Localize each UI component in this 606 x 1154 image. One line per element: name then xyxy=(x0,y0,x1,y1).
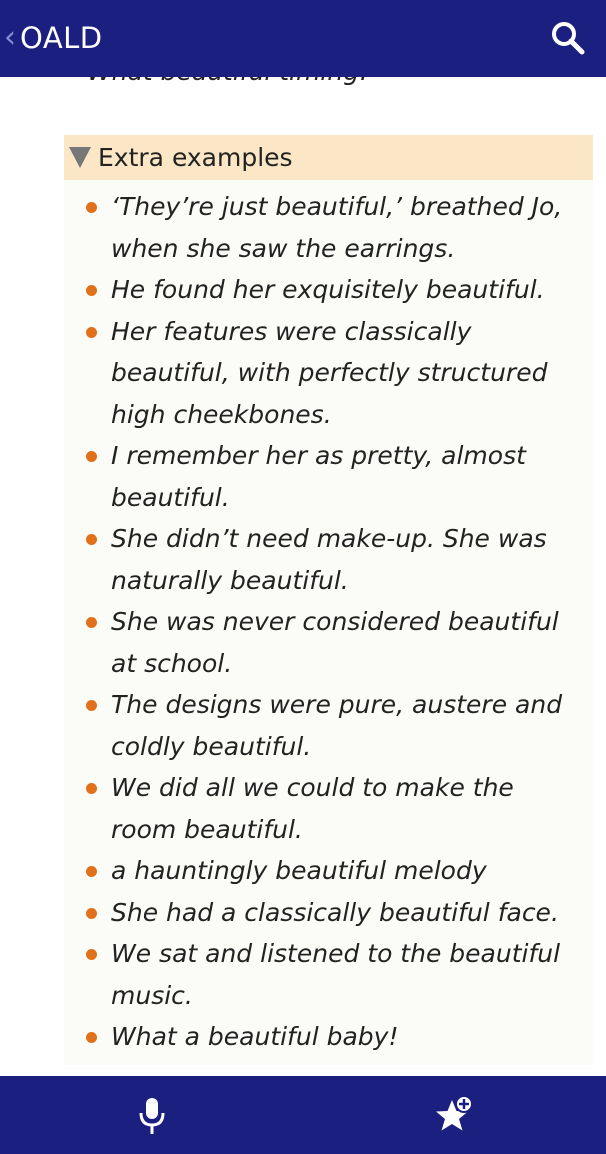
list-item: He found her exquisitely beautiful. xyxy=(64,269,593,311)
example-text: She didn’t need make-up. She was natural… xyxy=(111,524,547,595)
back-button[interactable]: ‹ OALD xyxy=(4,12,103,64)
example-text: We did all we could to make the room bea… xyxy=(111,773,514,844)
list-item: We sat and listened to the beautiful mus… xyxy=(64,933,593,1016)
list-item: ‘They’re just beautiful,’ breathed Jo, w… xyxy=(64,186,593,269)
example-text: Her features were classically beautiful,… xyxy=(111,316,548,429)
example-text: I remember her as pretty, almost beautif… xyxy=(111,441,526,512)
previous-example-text: What beautiful timing! xyxy=(87,77,369,86)
app-title: OALD xyxy=(20,21,103,55)
example-text: ‘They’re just beautiful,’ breathed Jo, w… xyxy=(111,192,563,263)
example-text: She had a classically beautiful face. xyxy=(111,897,559,927)
list-item: I remember her as pretty, almost beautif… xyxy=(64,435,593,518)
bullet xyxy=(86,451,97,462)
list-item: She had a classically beautiful face. xyxy=(64,892,593,934)
search-icon xyxy=(552,22,585,55)
example-text: The designs were pure, austere and coldl… xyxy=(111,690,563,761)
example-text: We sat and listened to the beautiful mus… xyxy=(111,939,561,1010)
bullet xyxy=(86,202,97,213)
previous-example: What beautiful timing! xyxy=(66,77,369,86)
extra-examples-box: Extra examples ‘They’re just beautiful,’… xyxy=(64,135,593,1065)
microphone-icon xyxy=(139,1098,165,1134)
bullet xyxy=(86,907,97,919)
bullet xyxy=(86,700,97,711)
example-text: She was never considered beautiful at sc… xyxy=(111,607,559,678)
list-item: She didn’t need make-up. She was natural… xyxy=(64,518,593,601)
triangle-down-icon xyxy=(69,147,91,168)
search-button[interactable] xyxy=(548,18,588,58)
bullet xyxy=(86,534,97,545)
bottom-toolbar xyxy=(0,1076,606,1154)
example-text: He found her exquisitely beautiful. xyxy=(111,275,545,304)
chevron-left-icon: ‹ xyxy=(4,20,16,55)
top-app-bar: ‹ OALD xyxy=(0,0,606,77)
star-add-icon xyxy=(436,1095,473,1131)
extra-examples-list: ‘They’re just beautiful,’ breathed Jo, w… xyxy=(64,180,593,1058)
list-item: Her features were classically beautiful,… xyxy=(64,311,593,436)
example-text: What a beautiful baby! xyxy=(111,1022,399,1051)
bullet xyxy=(86,1032,97,1043)
list-item: She was never considered beautiful at sc… xyxy=(64,601,593,684)
list-item: a hauntingly beautiful melody xyxy=(64,850,593,892)
entry-content[interactable]: What beautiful timing! Extra examples ‘T… xyxy=(0,77,606,1076)
bullet xyxy=(86,285,97,296)
list-item: The designs were pure, austere and coldl… xyxy=(64,684,593,767)
bullet xyxy=(86,949,97,960)
add-favorite-button[interactable] xyxy=(433,1094,475,1136)
list-item: What a beautiful baby! xyxy=(64,1016,593,1058)
extra-examples-toggle[interactable]: Extra examples xyxy=(64,135,593,180)
list-item: We did all we could to make the room bea… xyxy=(64,767,593,850)
voice-search-button[interactable] xyxy=(135,1096,169,1136)
bullet xyxy=(86,783,97,794)
extra-examples-label: Extra examples xyxy=(98,143,293,172)
example-text: a hauntingly beautiful melody xyxy=(111,856,487,885)
bullet xyxy=(86,617,97,628)
bullet xyxy=(86,326,97,338)
bullet xyxy=(86,866,97,877)
